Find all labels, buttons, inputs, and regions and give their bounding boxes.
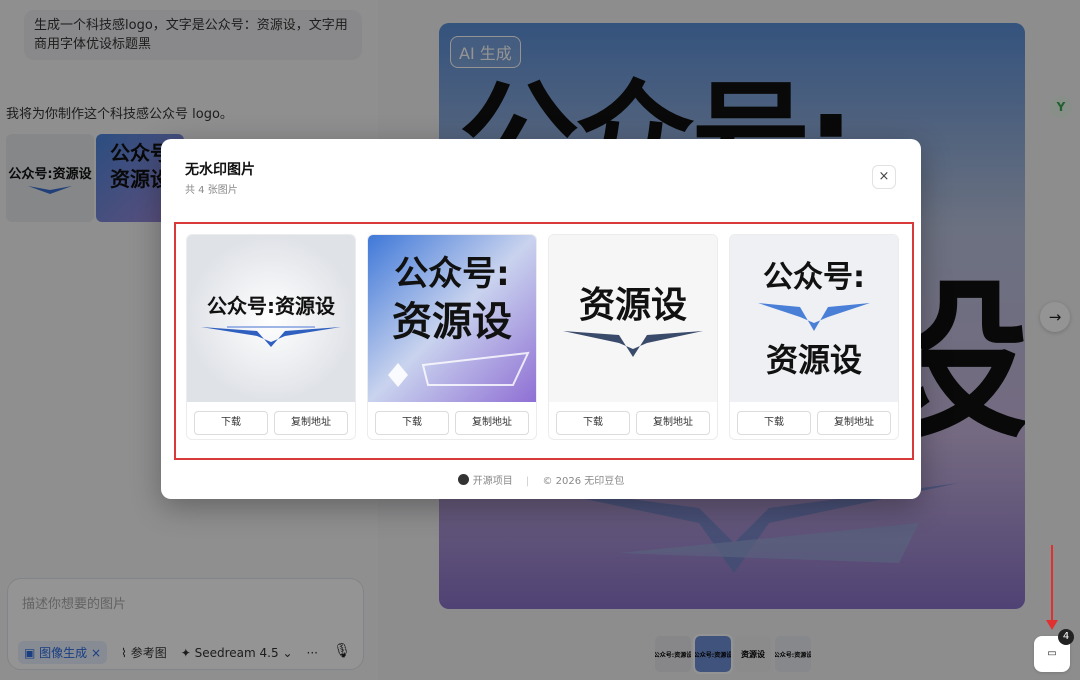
image-card: 公众号: 资源设 下载 复制地址 [729,234,899,440]
dialog-footer: 开源项目 | © 2026 无印豆包 [161,472,921,487]
annotation-arrow-head [1046,620,1058,630]
svg-text:资源设: 资源设 [766,341,862,379]
svg-text:公众号:资源设: 公众号:资源设 [207,294,335,318]
download-button[interactable]: 下载 [556,411,630,435]
footer-divider: | [525,476,530,487]
copy-url-button[interactable]: 复制地址 [636,411,710,435]
close-button[interactable]: × [872,165,896,189]
github-icon [457,474,469,485]
image-preview[interactable]: 资源设 [549,235,717,402]
svg-text:资源设: 资源设 [392,299,512,345]
image-preview[interactable]: 公众号: 资源设 [368,235,536,402]
image-card: 公众号:资源设 下载 复制地址 [186,234,356,440]
download-icon: ▭ [1047,648,1057,659]
download-button[interactable]: 下载 [737,411,811,435]
copy-url-button[interactable]: 复制地址 [455,411,529,435]
svg-text:资源设: 资源设 [579,285,687,326]
dialog-subtitle: 共 4 张图片 [185,185,238,196]
image-preview[interactable]: 公众号:资源设 [187,235,355,402]
open-source-link[interactable]: 开源项目 [457,474,513,487]
svg-text:公众号:: 公众号: [394,254,510,294]
image-card: 公众号: 资源设 下载 复制地址 [367,234,537,440]
open-source-label: 开源项目 [472,476,513,487]
svg-text:公众号:: 公众号: [763,260,865,295]
image-grid-highlight: 公众号:资源设 下载 复制地址 公众号: 资源设 下载 复制地址 资源设 下载 … [174,222,914,460]
download-button[interactable]: 下载 [194,411,268,435]
download-button[interactable]: 下载 [375,411,449,435]
image-count-badge: 4 [1058,629,1074,645]
annotation-arrow [1051,545,1053,623]
close-icon: × [878,169,890,184]
copy-url-button[interactable]: 复制地址 [274,411,348,435]
watermark-free-dialog: 无水印图片 共 4 张图片 × 公众号:资源设 下载 复制地址 公众号: 资源设 [161,139,921,499]
image-card: 资源设 下载 复制地址 [548,234,718,440]
copy-url-button[interactable]: 复制地址 [817,411,891,435]
dialog-title: 无水印图片 [185,162,255,178]
image-preview[interactable]: 公众号: 资源设 [730,235,898,402]
copyright-text: © 2026 无印豆包 [542,476,625,487]
